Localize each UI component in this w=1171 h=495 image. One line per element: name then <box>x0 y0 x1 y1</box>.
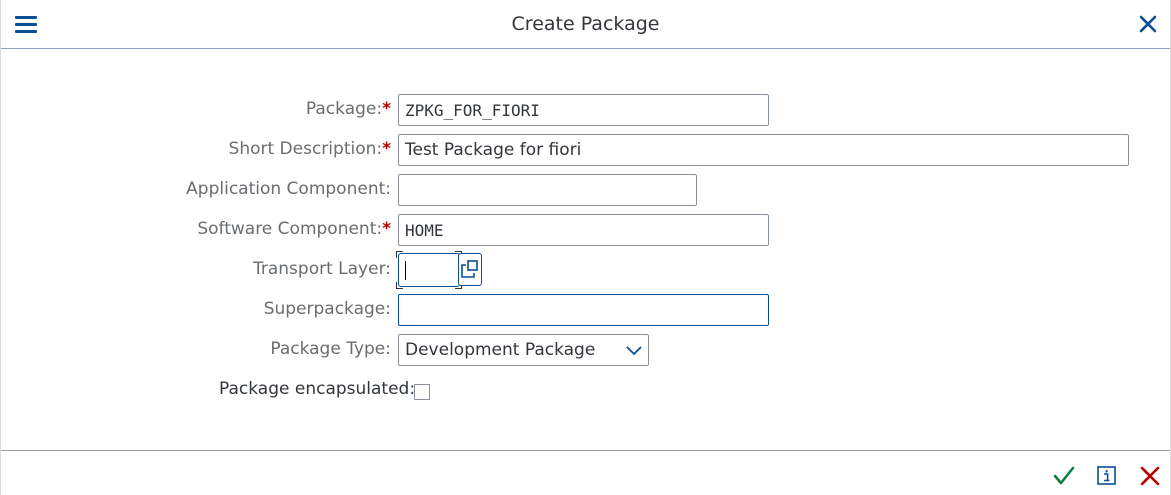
package-label: Package:* <box>305 99 391 119</box>
software-component-input[interactable]: HOME <box>398 214 769 246</box>
focus-corner <box>396 282 403 289</box>
package-encapsulated-checkbox[interactable] <box>414 384 430 400</box>
short-description-row: Short Description:* Test Package for fio… <box>1 134 1170 166</box>
dialog-footer <box>1 450 1170 495</box>
package-type-row: Package Type: Development Package <box>1 334 1170 366</box>
application-component-label: Application Component: <box>186 179 391 199</box>
superpackage-label: Superpackage: <box>263 299 391 319</box>
cancel-icon[interactable] <box>1139 465 1161 487</box>
required-marker: * <box>382 139 391 159</box>
focus-corner <box>396 251 403 258</box>
close-icon[interactable] <box>1138 14 1158 34</box>
chevron-down-icon <box>624 342 644 358</box>
superpackage-row: Superpackage: <box>1 294 1170 326</box>
superpackage-input[interactable] <box>398 294 769 326</box>
package-input[interactable]: ZPKG_FOR_FIORI <box>398 94 769 126</box>
short-description-input[interactable]: Test Package for fiori <box>398 134 1129 166</box>
software-component-row: Software Component:* HOME <box>1 214 1170 246</box>
package-encapsulated-label: Package encapsulated: <box>219 379 416 399</box>
application-component-row: Application Component: <box>1 174 1170 206</box>
application-component-input[interactable] <box>398 174 697 206</box>
value-help-icon[interactable] <box>458 253 482 286</box>
short-description-label: Short Description:* <box>228 139 391 159</box>
package-encapsulated-row: Package encapsulated: <box>1 374 1170 406</box>
transport-layer-row: Transport Layer: <box>1 251 1170 289</box>
text-cursor <box>405 261 406 280</box>
software-component-label: Software Component:* <box>197 219 391 239</box>
info-icon[interactable] <box>1096 465 1118 487</box>
dialog-header: Create Package <box>1 0 1170 49</box>
package-type-select[interactable]: Development Package <box>398 334 649 366</box>
required-marker: * <box>382 99 391 119</box>
checkmark-icon[interactable] <box>1053 465 1075 487</box>
dialog-title: Create Package <box>511 13 660 35</box>
package-type-value: Development Package <box>405 340 596 360</box>
transport-layer-label: Transport Layer: <box>252 259 391 279</box>
required-marker: * <box>382 219 391 239</box>
package-type-label: Package Type: <box>270 339 391 359</box>
transport-layer-input[interactable] <box>396 251 462 289</box>
package-row: Package:* ZPKG_FOR_FIORI <box>1 94 1170 126</box>
create-package-dialog: Create Package Package:* ZPKG_FOR_FIORI … <box>0 0 1171 495</box>
